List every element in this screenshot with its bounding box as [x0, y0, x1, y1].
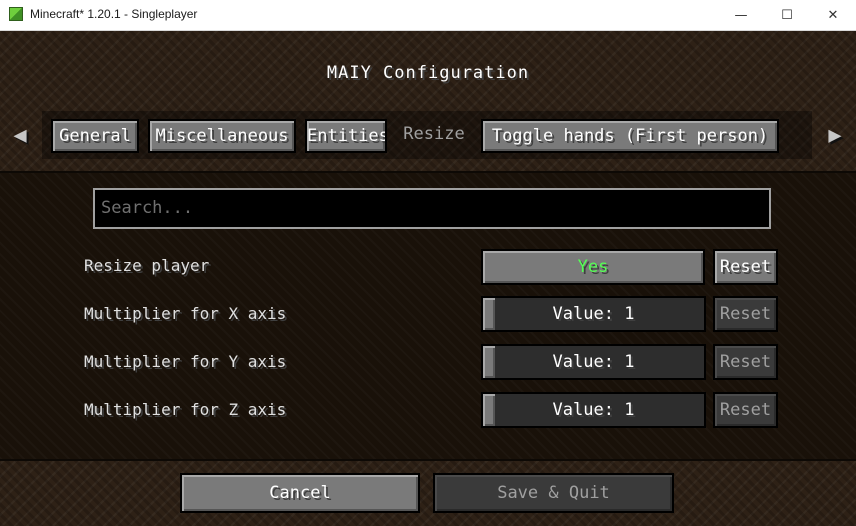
config-screen: MAIY Configuration ◀ ▶ General Miscellan…	[0, 31, 856, 526]
slider-value: Value: 1	[552, 400, 635, 420]
minecraft-grass-block-icon	[9, 7, 23, 21]
tab-resize[interactable]: Resize	[396, 119, 472, 153]
search-placeholder: Search...	[101, 198, 194, 218]
search-input[interactable]: Search...	[93, 188, 771, 229]
slider-value: Value: 1	[552, 352, 635, 372]
footer-area	[0, 461, 856, 526]
close-button[interactable]: ✕	[810, 0, 856, 31]
option-label-resize-player: Resize player	[84, 256, 210, 275]
option-label-x-axis: Multiplier for X axis	[84, 304, 287, 323]
tabs-next-arrow-icon[interactable]: ▶	[824, 120, 846, 152]
reset-y-axis-button[interactable]: Reset	[713, 344, 778, 380]
x-axis-slider[interactable]: Value: 1	[481, 296, 706, 332]
resize-player-toggle[interactable]: Yes	[481, 249, 705, 285]
slider-value: Value: 1	[552, 304, 635, 324]
title-bar: Minecraft* 1.20.1 - Singleplayer — ☐ ✕	[0, 0, 856, 31]
screen-title: MAIY Configuration	[326, 63, 530, 83]
reset-z-axis-button[interactable]: Reset	[713, 392, 778, 428]
minimize-button[interactable]: —	[718, 0, 764, 31]
y-axis-slider[interactable]: Value: 1	[481, 344, 706, 380]
game-window: Minecraft* 1.20.1 - Singleplayer — ☐ ✕ M…	[0, 0, 856, 526]
reset-resize-player-button[interactable]: Reset	[713, 249, 778, 285]
tabs-prev-arrow-icon[interactable]: ◀	[9, 120, 31, 152]
option-label-z-axis: Multiplier for Z axis	[84, 400, 287, 419]
maximize-button[interactable]: ☐	[764, 0, 810, 31]
tab-general[interactable]: General	[51, 119, 139, 153]
tab-entities[interactable]: Entities	[305, 119, 387, 153]
option-label-y-axis: Multiplier for Y axis	[84, 352, 287, 371]
z-axis-slider[interactable]: Value: 1	[481, 392, 706, 428]
reset-x-axis-button[interactable]: Reset	[713, 296, 778, 332]
window-title: Minecraft* 1.20.1 - Singleplayer	[30, 7, 198, 21]
tab-toggle-hands[interactable]: Toggle hands (First person)	[481, 119, 779, 153]
tab-miscellaneous[interactable]: Miscellaneous	[148, 119, 296, 153]
save-and-quit-button[interactable]: Save & Quit	[433, 473, 674, 513]
cancel-button[interactable]: Cancel	[180, 473, 420, 513]
